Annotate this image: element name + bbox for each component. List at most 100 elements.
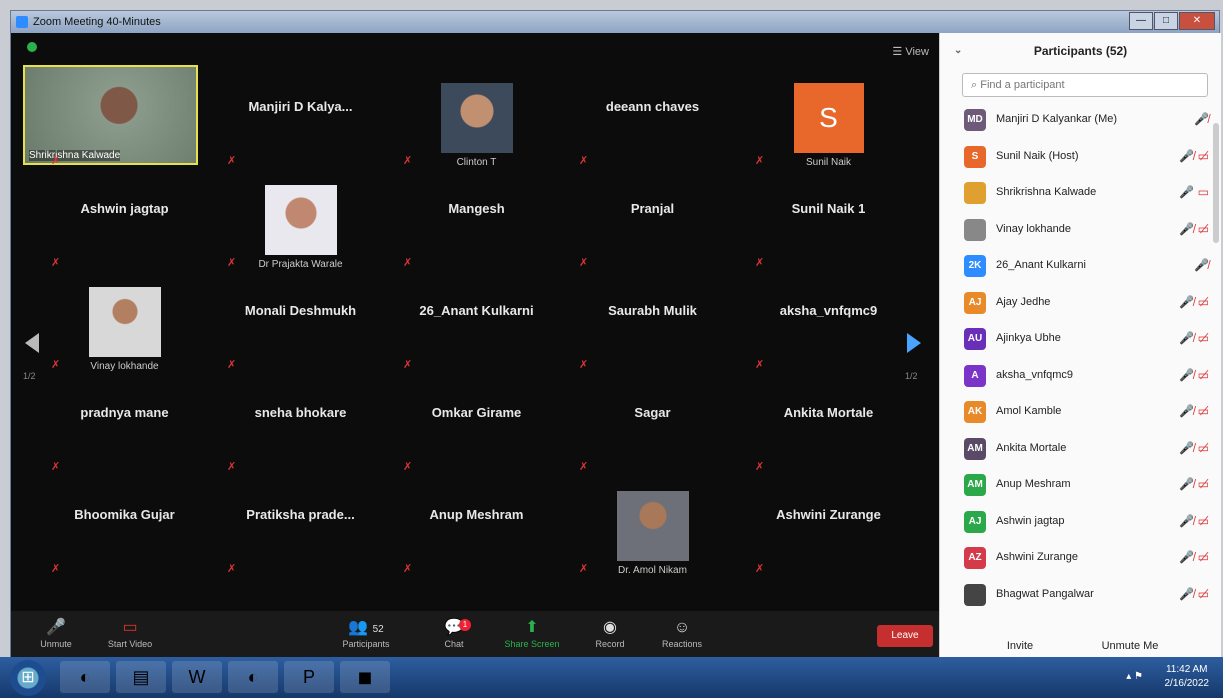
participants-count: 52 bbox=[372, 624, 384, 635]
participant-row[interactable]: AM Ankita Mortale 🎤̸ ▭̸ bbox=[940, 432, 1221, 469]
mic-camera-status-icon: 🎤̸ ▭̸ bbox=[1179, 221, 1209, 236]
participants-button[interactable]: 👥 52 Participants bbox=[331, 617, 401, 649]
clock[interactable]: 11:42 AM 2/16/2022 bbox=[1165, 663, 1210, 691]
video-tile[interactable]: Mangesh ✗ bbox=[389, 191, 564, 291]
muted-mic-icon: ✗ bbox=[227, 359, 237, 371]
mic-camera-status-icon: 🎤̸ ▭̸ bbox=[1179, 404, 1209, 418]
file-explorer-icon[interactable]: ▤ bbox=[116, 661, 166, 693]
unmute-me-button[interactable]: Unmute Me bbox=[1090, 635, 1170, 657]
video-tile[interactable]: Dr Prajakta Warale ✗ bbox=[213, 185, 388, 291]
participant-row[interactable]: AZ Ashwini Zurange 🎤̸ ▭̸ bbox=[940, 541, 1221, 578]
start-video-button[interactable]: ▭ Start Video bbox=[95, 617, 165, 649]
active-speaker-video[interactable]: Shrikrishna Kalwade bbox=[23, 65, 198, 165]
tile-name: Ankita Mortale bbox=[783, 405, 874, 420]
participants-title: Participants (52) bbox=[1033, 44, 1128, 58]
video-tile[interactable]: sneha bhokare ✗ bbox=[213, 395, 388, 495]
participant-avatar bbox=[964, 583, 986, 606]
tile-name: Sagar bbox=[634, 405, 671, 420]
window-title: Zoom Meeting 40-Minutes bbox=[33, 16, 161, 28]
video-tile[interactable]: Bhoomika Gujar ✗ bbox=[37, 497, 212, 597]
video-tile[interactable]: Ankita Mortale ✗ bbox=[741, 395, 916, 495]
video-tile[interactable]: Pranjal ✗ bbox=[565, 191, 740, 291]
clock-time: 11:42 AM bbox=[1165, 664, 1208, 675]
participant-row[interactable]: AU Ajinkya Ubhe 🎤̸ ▭̸ bbox=[940, 322, 1221, 359]
participant-row[interactable]: AJ Ashwin jagtap 🎤̸ ▭̸ bbox=[940, 505, 1221, 542]
participant-row[interactable]: Bhagwat Pangalwar 🎤̸ ▭̸ bbox=[940, 578, 1221, 615]
record-button[interactable]: ◉ Record bbox=[575, 617, 645, 649]
video-tile[interactable]: 26_Anant Kulkarni ✗ bbox=[389, 293, 564, 393]
search-input[interactable]: ⌕ Find a participant bbox=[962, 73, 1208, 97]
unmute-button[interactable]: 🎤 Unmute bbox=[21, 617, 91, 649]
participant-avatar: S bbox=[964, 145, 986, 168]
participant-row[interactable]: AM Anup Meshram 🎤̸ ▭̸ bbox=[940, 468, 1221, 505]
participant-avatar: AU bbox=[964, 328, 986, 350]
chrome-icon-2[interactable]: ◐ bbox=[228, 661, 278, 693]
mic-camera-status-icon: 🎤̸ ▭̸ bbox=[1179, 477, 1209, 491]
leave-button[interactable]: Leave bbox=[877, 625, 933, 647]
close-button[interactable]: ✕ bbox=[1179, 12, 1215, 30]
chat-button[interactable]: 💬 1 Chat bbox=[419, 617, 489, 649]
participant-avatar: AK bbox=[964, 401, 986, 423]
participant-row[interactable]: AK Amol Kamble 🎤̸ ▭̸ bbox=[940, 395, 1221, 432]
video-tile[interactable]: pradnya mane ✗ bbox=[37, 395, 212, 495]
tile-name: Ashwin jagtap bbox=[80, 201, 169, 216]
muted-mic-icon: ✗ bbox=[755, 359, 765, 371]
share-screen-icon: ⬆ bbox=[525, 619, 539, 636]
scrollbar[interactable] bbox=[1213, 123, 1219, 243]
participant-name: Ajinkya Ubhe bbox=[996, 332, 1061, 344]
tile-name: pradnya mane bbox=[80, 405, 169, 420]
tile-caption: Dr. Amol Nikam bbox=[618, 565, 687, 576]
muted-mic-icon: ✗ bbox=[579, 461, 589, 473]
chrome-icon[interactable]: ◐ bbox=[60, 661, 110, 693]
video-tile[interactable]: Ashwini Zurange ✗ bbox=[741, 497, 916, 597]
reactions-button[interactable]: ☺ Reactions bbox=[647, 617, 717, 649]
participant-avatar bbox=[964, 182, 986, 204]
maximize-button[interactable]: □ bbox=[1154, 12, 1178, 30]
video-tile[interactable]: Shrikrishna Kalwade ✗ bbox=[23, 65, 212, 189]
video-off-icon: ▭ bbox=[122, 619, 138, 636]
mic-camera-status-icon: 🎤̸ ▭̸ bbox=[1179, 440, 1209, 455]
start-button-icon[interactable]: ⊞ bbox=[10, 660, 46, 696]
video-tile[interactable]: Pratiksha prade... ✗ bbox=[213, 497, 388, 597]
system-tray[interactable]: ▴ ⚑ bbox=[1126, 671, 1143, 682]
collapse-chevron-icon[interactable]: ⌄ bbox=[954, 33, 962, 69]
video-tile[interactable]: Saurabh Mulik ✗ bbox=[565, 293, 740, 393]
powerpoint-icon[interactable]: P bbox=[284, 661, 334, 693]
video-tile[interactable]: Manjiri D Kalya... ✗ bbox=[213, 89, 388, 189]
participant-row[interactable]: 2K 26_Anant Kulkarni 🎤̸ bbox=[940, 249, 1221, 286]
meeting-toolbar: 🎤 Unmute ▭ Start Video 👥 52 Participants 💬 1… bbox=[11, 611, 939, 663]
participants-header: ⌄ Participants (52) bbox=[940, 33, 1221, 69]
invite-button[interactable]: Invite bbox=[990, 635, 1050, 657]
participant-avatar: AJ bbox=[964, 510, 986, 533]
video-tile[interactable]: Clinton T ✗ bbox=[389, 83, 564, 189]
encryption-shield-icon[interactable] bbox=[27, 42, 37, 52]
video-tile[interactable]: Vinay lokhande ✗ bbox=[37, 287, 212, 393]
video-tile[interactable]: Dr. Amol Nikam ✗ bbox=[565, 491, 740, 597]
tile-caption: Vinay lokhande bbox=[90, 361, 159, 372]
view-button[interactable]: ☰ View bbox=[892, 45, 929, 58]
word-icon[interactable]: W bbox=[172, 661, 222, 693]
participant-row[interactable]: MD Manjiri D Kalyankar (Me) 🎤̸ bbox=[940, 103, 1221, 140]
video-tile[interactable]: S Sunil Naik ✗ bbox=[741, 83, 916, 189]
participant-name: Shrikrishna Kalwade bbox=[996, 186, 1097, 198]
share-screen-button[interactable]: ⬆ Share Screen bbox=[497, 617, 567, 649]
participant-row[interactable]: S Sunil Naik (Host) 🎤̸ ▭̸ bbox=[940, 140, 1221, 177]
video-tile[interactable]: Ashwin jagtap ✗ bbox=[37, 191, 212, 291]
minimize-button[interactable]: — bbox=[1129, 12, 1153, 30]
tile-name: Anup Meshram bbox=[429, 507, 524, 522]
participant-row[interactable]: Shrikrishna Kalwade 🎤 ▭ bbox=[940, 176, 1221, 213]
video-tile[interactable]: aksha_vnfqmc9 ✗ bbox=[741, 293, 916, 393]
video-tile[interactable]: Sagar ✗ bbox=[565, 395, 740, 495]
mic-camera-status-icon: 🎤̸ bbox=[1194, 258, 1209, 272]
video-tile[interactable]: deeann chaves ✗ bbox=[565, 89, 740, 189]
video-tile[interactable]: Sunil Naik 1 ✗ bbox=[741, 191, 916, 291]
video-tile[interactable]: Anup Meshram ✗ bbox=[389, 497, 564, 597]
video-tile[interactable]: Monali Deshmukh ✗ bbox=[213, 293, 388, 393]
muted-mic-icon: ✗ bbox=[403, 359, 413, 371]
video-tile[interactable]: Omkar Girame ✗ bbox=[389, 395, 564, 495]
participant-row[interactable]: Aaksha_vnfqmc9 🎤̸ ▭̸ bbox=[940, 359, 1221, 396]
participant-row[interactable]: AJ Ajay Jedhe 🎤̸ ▭̸ bbox=[940, 286, 1221, 323]
window-controls: — □ ✕ bbox=[1128, 12, 1215, 30]
participant-row[interactable]: Vinay lokhande 🎤̸ ▭̸ bbox=[940, 213, 1221, 250]
zoom-taskbar-icon[interactable]: ◼ bbox=[340, 661, 390, 693]
